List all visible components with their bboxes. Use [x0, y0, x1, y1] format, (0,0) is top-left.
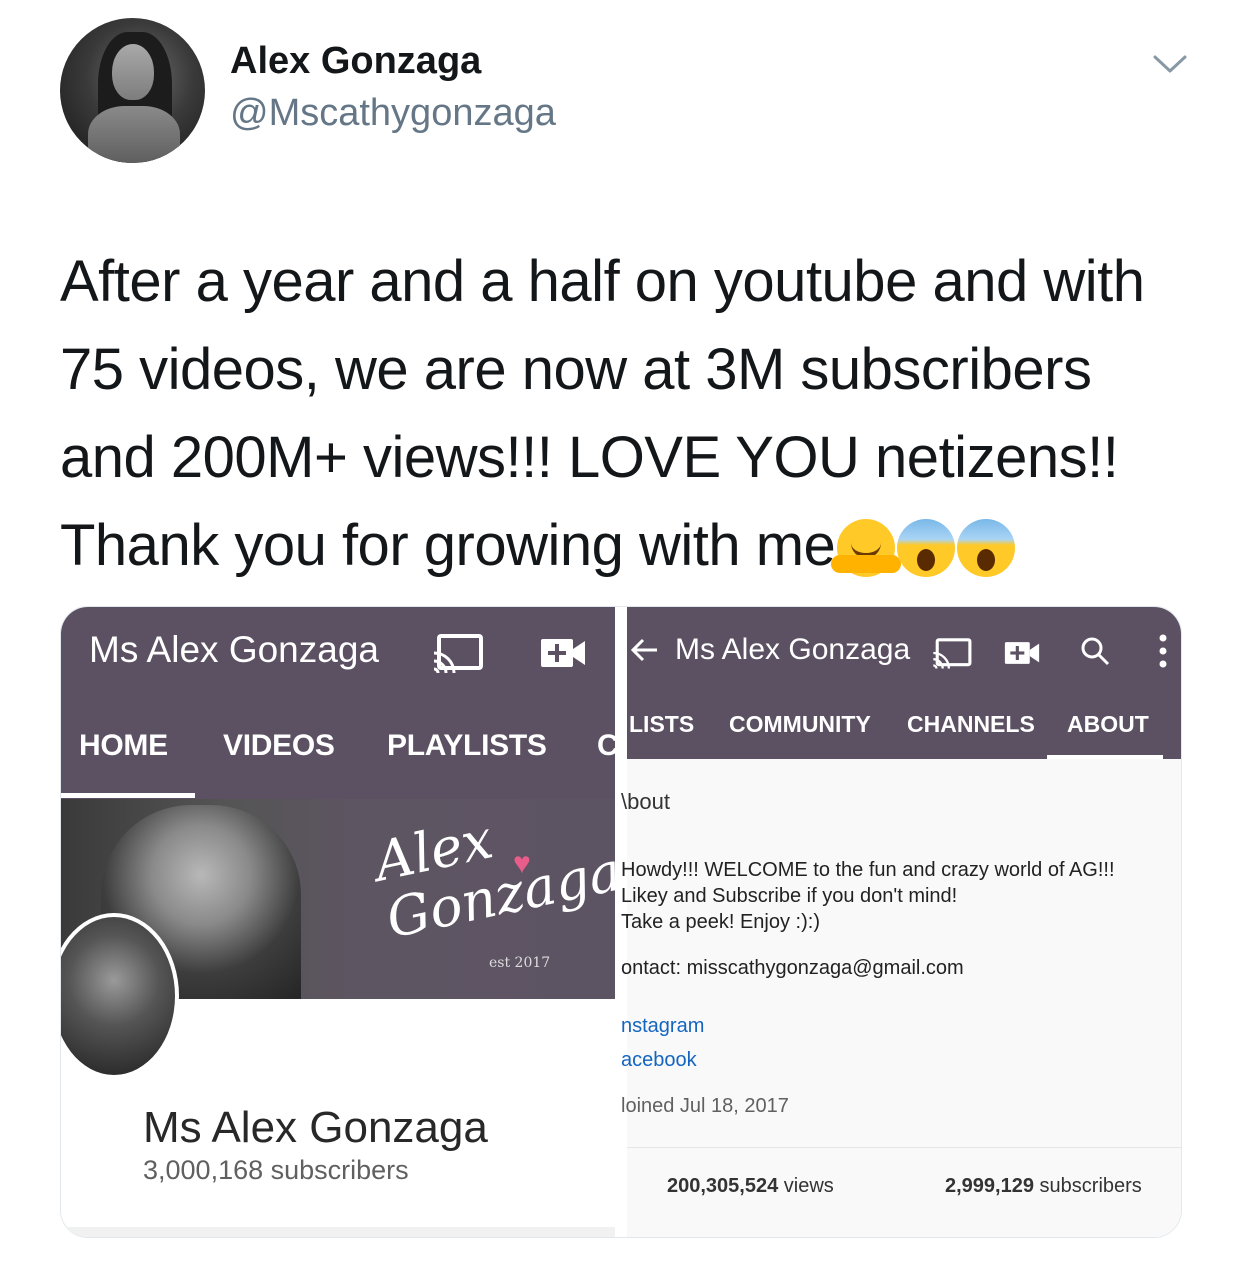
- media-image-left[interactable]: Ms Alex Gonzaga HOME VIDEOS PLAYLISTS C: [61, 607, 619, 1237]
- tab-playlists[interactable]: PLAYLISTS: [387, 729, 547, 763]
- about-heading: \bout: [621, 789, 670, 814]
- channel-name: Ms Alex Gonzaga: [143, 1103, 488, 1152]
- video-camera-icon[interactable]: [1003, 639, 1041, 667]
- screaming-face-emoji-icon: [957, 518, 1016, 577]
- tab-underline: [61, 793, 195, 798]
- banner-logo: Alex Gonzaga: [368, 807, 615, 951]
- youtube-appbar: Ms Alex Gonzaga LISTS COMMUNITY CHANNELS…: [627, 607, 1181, 759]
- cast-icon[interactable]: [931, 637, 973, 669]
- about-content: \bout Howdy!!! WELCOME to the fun and cr…: [621, 759, 1181, 1237]
- video-camera-icon[interactable]: [539, 635, 587, 671]
- tab-playlists-partial[interactable]: LISTS: [629, 711, 694, 738]
- channel-avatar[interactable]: [61, 913, 179, 1079]
- banner-est: est 2017: [489, 955, 551, 971]
- media-image-right[interactable]: Ms Alex Gonzaga LISTS COMMUNITY CHANNELS…: [621, 607, 1181, 1237]
- tweet-text: After a year and a half on youtube and w…: [60, 238, 1190, 594]
- back-arrow-icon[interactable]: [629, 637, 659, 663]
- tab-community[interactable]: COMMUNITY: [729, 711, 871, 738]
- views-stat: 200,305,524 views: [667, 1175, 834, 1197]
- channel-tabs: HOME VIDEOS PLAYLISTS C: [61, 729, 619, 799]
- instagram-link[interactable]: nstagram: [621, 1015, 704, 1038]
- tab-channels[interactable]: CHANNELS: [907, 711, 1035, 738]
- author-name[interactable]: Alex Gonzaga: [230, 40, 481, 83]
- author-handle[interactable]: @Mscathygonzaga: [230, 92, 556, 135]
- channel-title: Ms Alex Gonzaga: [675, 633, 911, 666]
- chevron-down-icon[interactable]: [1152, 52, 1188, 76]
- screaming-face-emoji-icon: [897, 518, 956, 577]
- cast-icon[interactable]: [431, 633, 485, 673]
- channel-title: Ms Alex Gonzaga: [89, 629, 379, 670]
- heart-icon: ♥: [513, 847, 531, 880]
- channel-description: Howdy!!! WELCOME to the fun and crazy wo…: [621, 859, 1115, 933]
- joined-date: loined Jul 18, 2017: [621, 1095, 789, 1117]
- contact-email: ontact: misscathygonzaga@gmail.com: [621, 957, 964, 979]
- more-vert-icon[interactable]: [1157, 633, 1169, 669]
- hugging-face-emoji-icon: [831, 518, 902, 577]
- subscribers-stat: 2,999,129 subscribers: [945, 1175, 1142, 1197]
- youtube-appbar: Ms Alex Gonzaga HOME VIDEOS PLAYLISTS C: [61, 607, 619, 799]
- tab-home[interactable]: HOME: [79, 729, 168, 763]
- tab-about[interactable]: ABOUT: [1067, 711, 1149, 738]
- search-icon[interactable]: [1079, 635, 1111, 667]
- tweet-media[interactable]: Ms Alex Gonzaga HOME VIDEOS PLAYLISTS C: [60, 606, 1182, 1238]
- tab-videos[interactable]: VIDEOS: [223, 729, 335, 763]
- author-avatar[interactable]: [60, 18, 205, 163]
- facebook-link[interactable]: acebook: [621, 1049, 697, 1072]
- subscriber-count: 3,000,168 subscribers: [143, 1155, 409, 1185]
